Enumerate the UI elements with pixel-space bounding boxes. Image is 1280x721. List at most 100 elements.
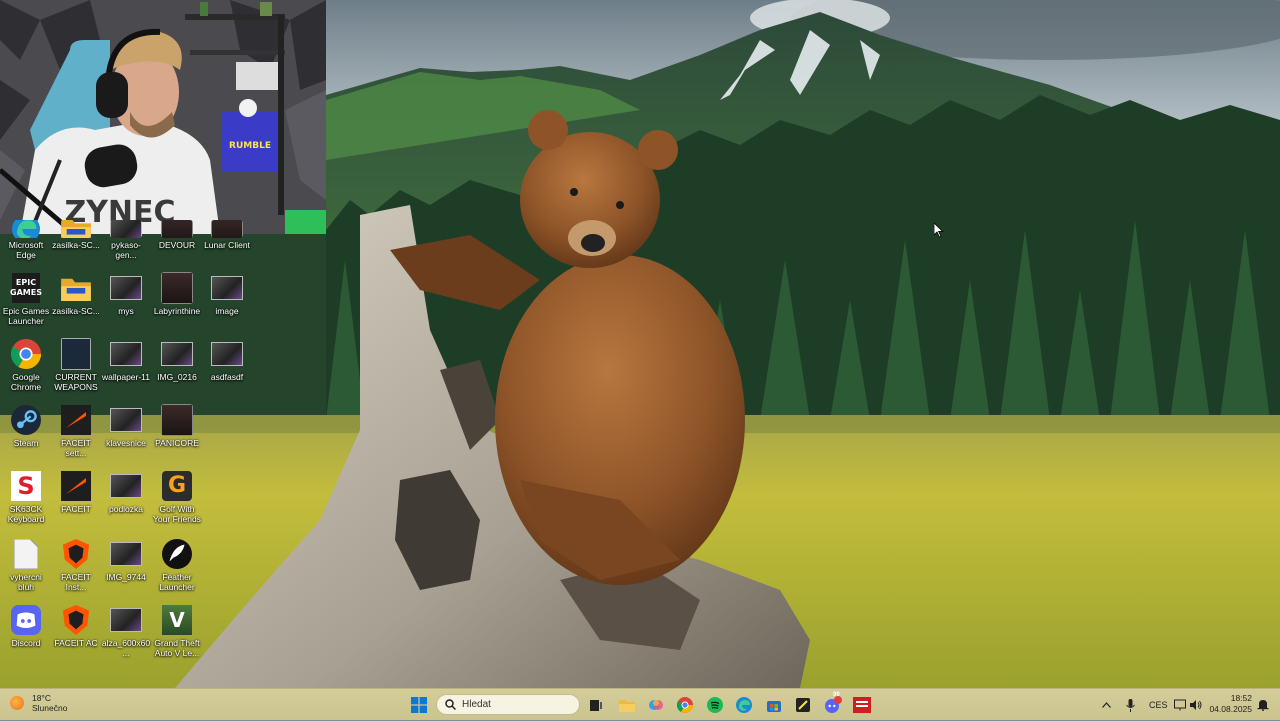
file-icon <box>60 338 92 370</box>
desktop-icon[interactable]: FACEIT sett... <box>51 404 101 458</box>
desktop-icon-label: Microsoft Edge <box>8 240 44 260</box>
taskbar: 18°C Slunečno Hledat 99 CES 18:52 04.08.… <box>0 688 1280 720</box>
network-tray[interactable] <box>1174 689 1186 721</box>
image-icon <box>211 272 243 304</box>
desktop-icon-label: PANICORE <box>155 438 199 448</box>
weather-temperature: 18°C <box>32 693 51 703</box>
image-icon <box>110 220 142 238</box>
desktop-icon[interactable]: wallpaper-11 <box>101 338 151 382</box>
desktop-icon[interactable]: mys <box>101 272 151 316</box>
desktop-icon-label: SK63CK Keyboard <box>7 504 45 524</box>
video-app-icon <box>853 697 871 713</box>
volume-tray[interactable] <box>1190 689 1202 721</box>
game-icon <box>161 272 193 304</box>
clock[interactable]: 18:52 04.08.2025 <box>1209 693 1252 715</box>
epic-games-icon: EPIC GAMES <box>10 272 42 304</box>
taskbar-copilot[interactable] <box>646 695 666 715</box>
desktop-icon-label: alza_600x60... <box>101 638 151 658</box>
game-icon <box>211 220 243 238</box>
sticky-notes-icon <box>796 698 810 712</box>
store-icon <box>767 701 781 712</box>
image-icon <box>110 404 142 436</box>
desktop-icon[interactable]: V Grand Theft Auto V Le... <box>152 604 202 658</box>
notification-center[interactable] <box>1257 689 1269 721</box>
desktop-icon[interactable]: S SK63CK Keyboard <box>1 470 51 524</box>
document-icon <box>10 538 42 570</box>
weather-widget[interactable]: 18°C Slunečno <box>10 693 67 713</box>
desktop-icon-label: Labyrinthine <box>153 306 201 316</box>
microphone-tray[interactable] <box>1126 689 1135 721</box>
desktop-icon-label: zasilka-SC... <box>52 240 100 250</box>
desktop-icon[interactable]: Steam <box>1 404 51 448</box>
keyboard-app-icon: S <box>10 470 42 502</box>
desktop-icon[interactable]: FACEIT Inst... <box>51 538 101 592</box>
desktop-icon[interactable]: IMG_9744 <box>101 538 151 582</box>
desktop-icon[interactable]: EPIC GAMES Epic Games Launcher <box>1 272 51 326</box>
image-icon <box>161 338 193 370</box>
search-box[interactable]: Hledat <box>436 694 580 715</box>
desktop-icon[interactable]: asdfasdf <box>202 338 252 382</box>
task-view-icon <box>590 700 602 711</box>
desktop-icon[interactable]: DEVOUR <box>152 220 202 250</box>
desktop-icon[interactable]: image <box>202 272 252 316</box>
desktop-icon[interactable]: G Golf With Your Friends <box>152 470 202 524</box>
desktop-icon[interactable]: CURRENT WEAPONS <box>51 338 101 392</box>
desktop-icon[interactable]: podlozka <box>101 470 151 514</box>
webcam-overlay: RUMBLE ZYNEC <box>0 0 326 234</box>
taskbar-edge[interactable] <box>734 695 754 715</box>
spotify-icon <box>707 697 723 713</box>
desktop-icon-label: Steam <box>13 438 39 448</box>
notification-bell-icon <box>1257 700 1269 711</box>
desktop-icon-label: klavesnice <box>106 438 146 448</box>
desktop-icon[interactable]: Discord <box>1 604 51 648</box>
taskbar-file-explorer[interactable] <box>617 695 637 715</box>
desktop-icon[interactable]: FACEIT <box>51 470 101 514</box>
taskbar-spotify[interactable] <box>705 695 725 715</box>
desktop-icon[interactable]: Google Chrome <box>1 338 51 392</box>
desktop-icon[interactable]: Microsoft Edge <box>1 220 51 260</box>
image-icon <box>110 538 142 570</box>
desktop-icon-label: IMG_9744 <box>106 572 146 582</box>
discord-notification-badge: 99 <box>833 692 840 698</box>
desktop-icon[interactable]: Lunar Client <box>202 220 252 250</box>
desktop-icon[interactable]: IMG_0216 <box>152 338 202 382</box>
desktop-icon[interactable]: vyhercni bluh <box>1 538 51 592</box>
taskbar-chrome[interactable] <box>675 695 695 715</box>
desktop-icon[interactable]: zasilka-SC... <box>51 272 101 316</box>
start-button[interactable] <box>409 695 429 715</box>
desktop-icon-label: Golf With Your Friends <box>153 504 201 524</box>
faceit-icon <box>60 470 92 502</box>
desktop-icon-label: Google Chrome <box>10 372 42 392</box>
desktop-icon[interactable]: pykaso-gen... <box>101 220 151 260</box>
taskbar-app-red[interactable] <box>852 695 872 715</box>
language-indicator[interactable]: CES <box>1149 689 1168 721</box>
desktop-icon-label: pykaso-gen... <box>111 240 141 260</box>
weather-description: Slunečno <box>32 703 68 713</box>
desktop-icon[interactable]: Labyrinthine <box>152 272 202 316</box>
image-icon <box>110 470 142 502</box>
desktop-icon[interactable]: PANICORE <box>152 404 202 448</box>
faceit-ac-icon <box>60 538 92 570</box>
desktop-icon-label: FACEIT sett... <box>61 438 91 458</box>
folder-icon <box>60 220 92 238</box>
edge-icon <box>10 220 42 238</box>
desktop-icon[interactable]: klavesnice <box>101 404 151 448</box>
chevron-up-icon <box>1102 702 1111 708</box>
faceit-ac-icon <box>60 604 92 636</box>
taskbar-store[interactable] <box>764 695 784 715</box>
edge-icon <box>736 697 752 713</box>
desktop-icon-label: mys <box>118 306 134 316</box>
desktop-icon-label: IMG_0216 <box>157 372 197 382</box>
taskbar-discord[interactable]: 99 <box>823 692 843 715</box>
desktop-icon[interactable]: zasilka-SC... <box>51 220 101 250</box>
show-hidden-icons[interactable] <box>1102 689 1111 721</box>
golf-icon: G <box>161 470 193 502</box>
task-view-button[interactable] <box>586 695 606 715</box>
desktop-icon-label: Discord <box>11 638 41 648</box>
desktop-icon[interactable]: Feather Launcher <box>152 538 202 592</box>
folder-icon <box>619 700 635 712</box>
taskbar-app-notes[interactable] <box>793 695 813 715</box>
windows-logo-icon <box>411 697 427 713</box>
desktop-icon[interactable]: FACEIT AC <box>51 604 101 648</box>
desktop-icon[interactable]: alza_600x60... <box>101 604 151 658</box>
